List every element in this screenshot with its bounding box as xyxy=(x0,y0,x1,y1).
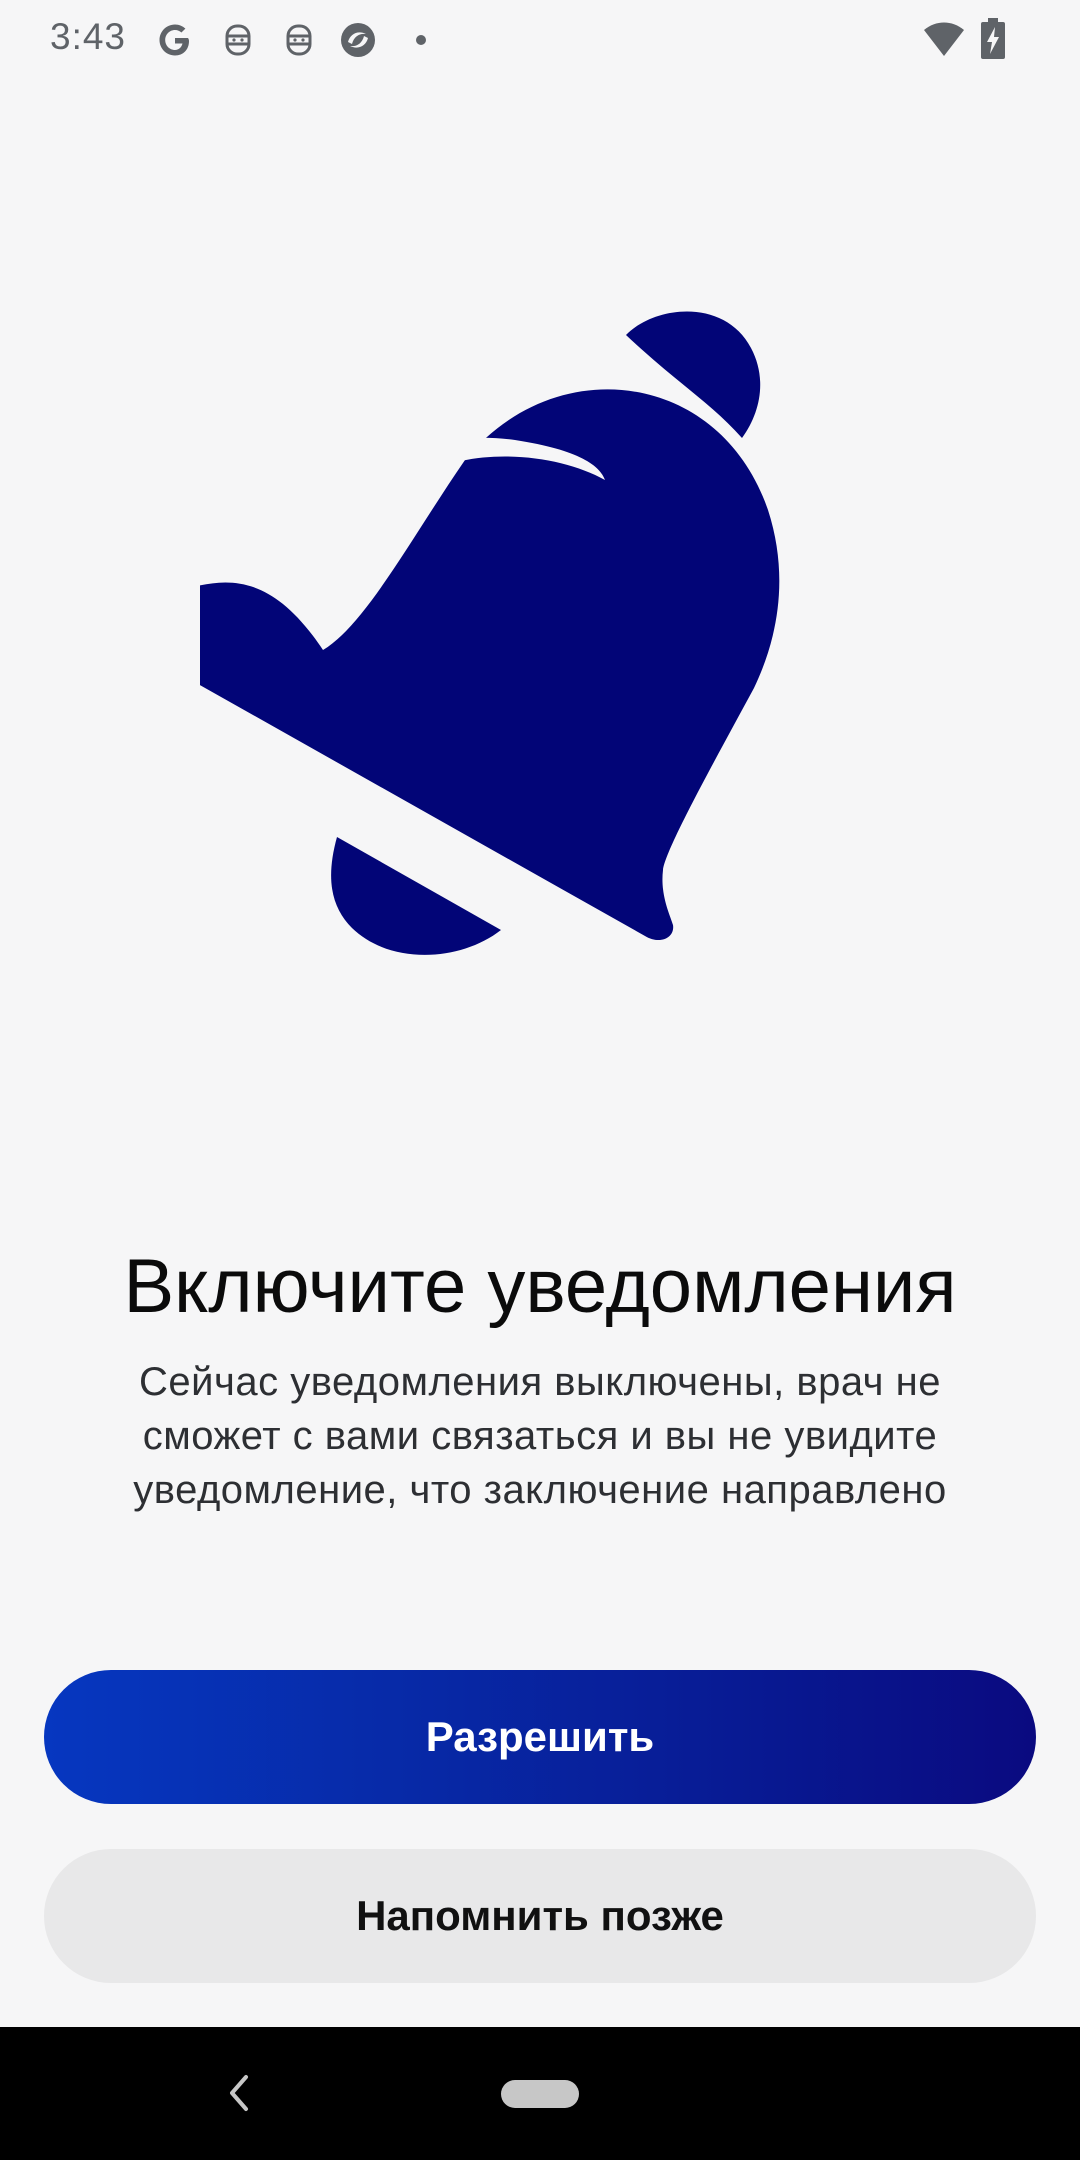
app-notification-icon xyxy=(338,20,378,60)
status-bar: 3:43 xyxy=(0,0,1080,80)
status-time: 3:43 xyxy=(50,16,127,57)
google-icon xyxy=(155,20,195,60)
back-icon[interactable] xyxy=(222,2071,256,2115)
more-notifications-dot-icon xyxy=(401,20,441,60)
wifi-icon xyxy=(922,20,966,60)
description-line: сможет с вами связаться и вы не увидите xyxy=(142,1414,938,1458)
description-line: Сейчас уведомления выключены, врач не xyxy=(139,1360,941,1404)
home-pill-icon[interactable] xyxy=(501,2080,579,2108)
battery-charging-icon xyxy=(978,18,1008,60)
mascot-notification-icon xyxy=(279,20,319,60)
remind-later-button[interactable]: Напомнить позже xyxy=(44,1849,1036,1983)
description-line: уведомление, что заключение направлено xyxy=(133,1468,947,1512)
bell-illustration xyxy=(200,270,800,970)
allow-button[interactable]: Разрешить xyxy=(44,1670,1036,1804)
navigation-bar xyxy=(0,2027,1080,2160)
mascot-notification-icon xyxy=(218,20,258,60)
description-text: Сейчас уведомления выключены, врач не см… xyxy=(60,1355,1020,1517)
page-title: Включите уведомления xyxy=(123,1244,957,1329)
bell-icon xyxy=(200,311,780,955)
